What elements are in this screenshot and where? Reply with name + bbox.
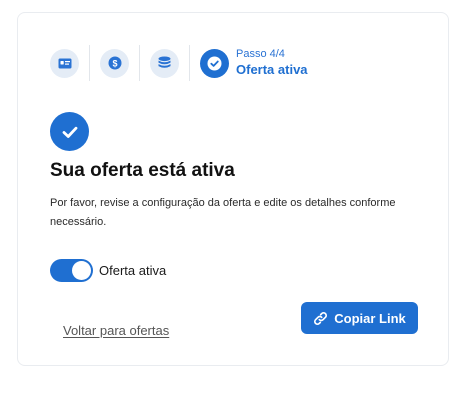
step-divider xyxy=(139,45,140,81)
step-divider xyxy=(89,45,90,81)
back-to-offers-link[interactable]: Voltar para ofertas xyxy=(63,323,169,338)
svg-text:$: $ xyxy=(112,58,117,68)
toggle-knob xyxy=(72,261,91,280)
step-counter: Passo 4/4 xyxy=(236,47,285,60)
offer-card: $ Passo 4/4 Oferta ativa Sua oferta está… xyxy=(17,12,449,366)
copy-link-label: Copiar Link xyxy=(334,310,406,326)
page-description: Por favor, revise a configuração da ofer… xyxy=(50,197,396,228)
step-1-id-card-icon xyxy=(50,48,79,78)
step-4-check-circle-icon xyxy=(200,48,229,78)
step-divider xyxy=(189,45,190,81)
offer-active-toggle[interactable] xyxy=(50,259,93,282)
toggle-label: Oferta ativa xyxy=(99,263,167,278)
step-title: Oferta ativa xyxy=(236,61,308,77)
copy-link-button[interactable]: Copiar Link xyxy=(301,302,418,334)
step-3-coin-stack-icon xyxy=(150,48,179,78)
page-title: Sua oferta está ativa xyxy=(50,160,235,181)
current-step-text: Passo 4/4 Oferta ativa xyxy=(236,48,308,79)
link-icon xyxy=(313,311,328,326)
offer-active-toggle-row: Oferta ativa xyxy=(50,259,166,282)
step-2-dollar-coin-icon: $ xyxy=(100,48,129,78)
check-icon xyxy=(50,112,89,151)
stepper: $ Passo 4/4 Oferta ativa xyxy=(50,45,308,81)
